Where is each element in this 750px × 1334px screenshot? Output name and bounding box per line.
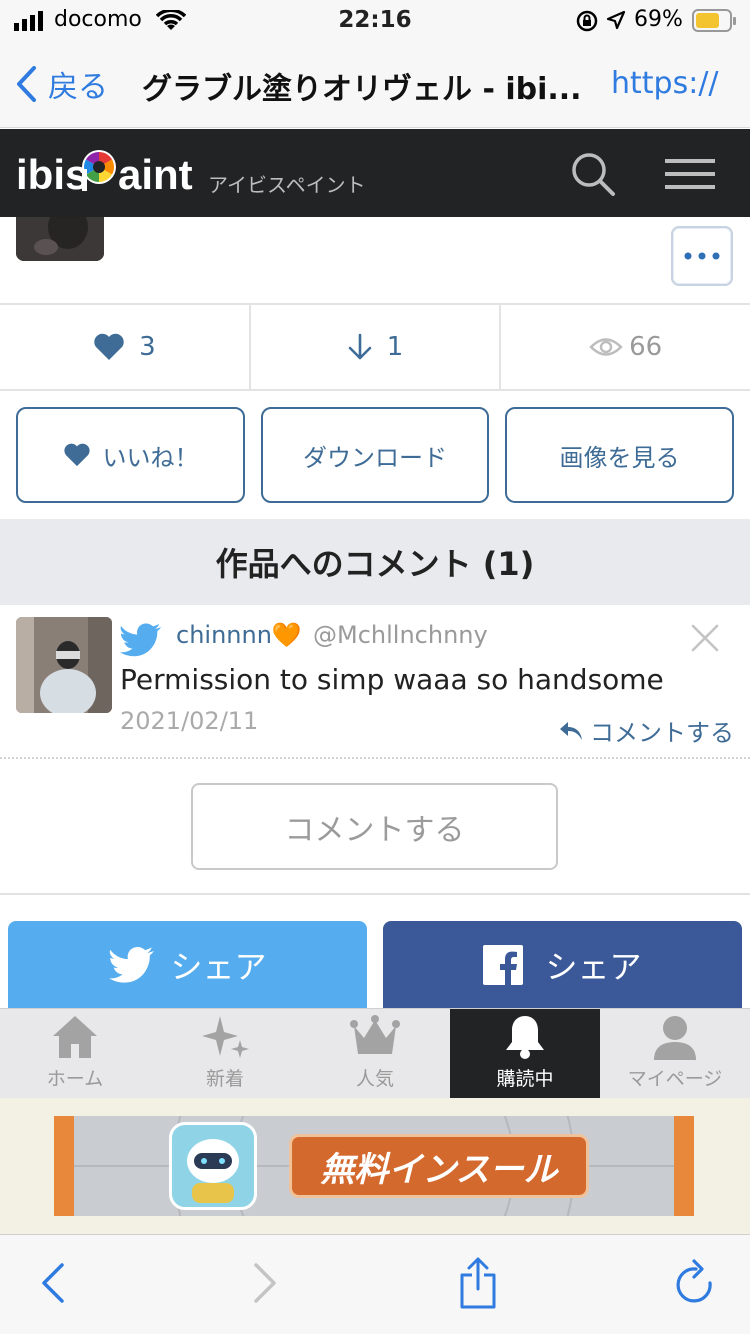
comment-item: chinnnn🧡 @Mchllnchnny Permission to simp… <box>0 605 750 759</box>
battery-icon <box>692 9 738 37</box>
logo-subtitle: アイビスペイント <box>208 173 366 197</box>
download-button[interactable]: ダウンロード <box>261 407 489 503</box>
sparkle-icon <box>202 1016 249 1058</box>
heart-icon <box>94 333 124 360</box>
view-image-button[interactable]: 画像を見る <box>505 407 734 503</box>
hamburger-menu-icon[interactable] <box>665 159 715 193</box>
bell-icon <box>506 1016 544 1059</box>
home-icon <box>53 1016 97 1058</box>
url-link[interactable]: https:// <box>611 66 719 101</box>
tab-mypage[interactable]: マイページ <box>600 1009 750 1099</box>
search-icon[interactable] <box>570 151 616 201</box>
tab-popular[interactable]: 人気 <box>300 1009 450 1099</box>
download-count: 1 <box>251 305 502 389</box>
svg-text:ibis: ibis <box>16 151 88 198</box>
tab-new[interactable]: 新着 <box>150 1009 300 1099</box>
comment-date: 2021/02/11 <box>120 707 259 735</box>
facebook-share-button[interactable]: シェア <box>383 921 742 1009</box>
tab-label: マイページ <box>627 1068 723 1090</box>
ellipsis-icon <box>684 252 720 260</box>
reload-icon[interactable] <box>674 1259 718 1311</box>
battery-percent: 69% <box>634 7 683 32</box>
share-icon[interactable] <box>458 1257 498 1313</box>
like-button[interactable]: いいね！ <box>16 407 245 503</box>
divider <box>0 893 750 895</box>
more-options-button[interactable] <box>671 226 733 286</box>
ad-install-button[interactable]: 無料インスール <box>289 1134 589 1198</box>
heart-icon <box>63 443 90 467</box>
view-count: 66 <box>501 305 750 389</box>
bottom-tab-bar: ホーム 新着 人気 購読中 マイページ <box>0 1008 750 1099</box>
comment-text: Permission to simp waaa so handsome <box>120 663 664 696</box>
crown-icon <box>350 1015 400 1054</box>
reply-button[interactable]: コメントする <box>558 713 734 748</box>
rotation-lock-icon <box>576 10 598 36</box>
browser-forward-icon[interactable] <box>252 1261 278 1309</box>
commenter-avatar[interactable] <box>16 617 112 713</box>
twitter-bird-icon <box>120 623 162 661</box>
back-button[interactable]: 戻る <box>14 62 108 106</box>
commenter-name[interactable]: chinnnn🧡 <box>176 621 302 649</box>
twitter-share-label: シェア <box>170 948 267 986</box>
tab-home[interactable]: ホーム <box>0 1009 150 1099</box>
author-avatar[interactable] <box>16 217 104 261</box>
page-title: グラブル塗りオリヴェル - ibi... <box>142 72 582 107</box>
ad-mascot-icon <box>169 1122 257 1210</box>
comments-heading: 作品へのコメント (1) <box>0 519 750 605</box>
view-image-button-label: 画像を見る <box>559 443 680 472</box>
tab-label: 人気 <box>355 1068 394 1090</box>
tab-label: 購読中 <box>496 1068 554 1090</box>
browser-back-icon[interactable] <box>40 1261 66 1309</box>
commenter-handle[interactable]: @Mchllnchnny <box>313 621 488 649</box>
artwork-stats: 3 1 66 <box>0 303 750 391</box>
tab-label: 新着 <box>205 1068 244 1090</box>
tab-subscriptions[interactable]: 購読中 <box>450 1009 600 1099</box>
browser-toolbar <box>0 1234 750 1334</box>
facebook-share-label: シェア <box>545 948 642 986</box>
close-icon[interactable] <box>690 623 720 657</box>
site-header: ibis aint アイビスペイント <box>0 129 750 217</box>
chevron-left-icon <box>17 66 36 102</box>
action-buttons: いいね！ ダウンロード 画像を見る <box>0 407 750 503</box>
like-button-label: いいね！ <box>102 443 199 472</box>
ad-banner[interactable]: 無料インスール <box>54 1116 694 1216</box>
ibispaint-logo-icon: ibis aint <box>16 150 193 198</box>
arrow-down-icon <box>348 333 372 360</box>
svg-text:aint: aint <box>118 151 193 198</box>
reply-label: コメントする <box>590 719 734 747</box>
like-count: 3 <box>0 305 251 389</box>
twitter-share-button[interactable]: シェア <box>8 921 367 1009</box>
site-logo[interactable]: ibis aint <box>16 145 196 199</box>
reply-arrow-icon <box>560 721 582 740</box>
twitter-bird-icon <box>109 947 155 983</box>
status-bar: docomo 22:16 69% <box>0 0 750 40</box>
download-button-label: ダウンロード <box>303 443 447 472</box>
facebook-icon <box>483 945 524 985</box>
eye-icon <box>589 338 623 356</box>
person-icon <box>654 1016 696 1060</box>
back-label: 戻る <box>48 70 108 105</box>
browser-nav-bar: 戻る グラブル塗りオリヴェル - ibi... https:// <box>0 40 750 128</box>
ad-banner-area: 無料インスール <box>0 1098 750 1234</box>
post-comment-button[interactable]: コメントする <box>191 783 558 870</box>
location-icon <box>606 10 626 34</box>
tab-label: ホーム <box>46 1068 104 1090</box>
